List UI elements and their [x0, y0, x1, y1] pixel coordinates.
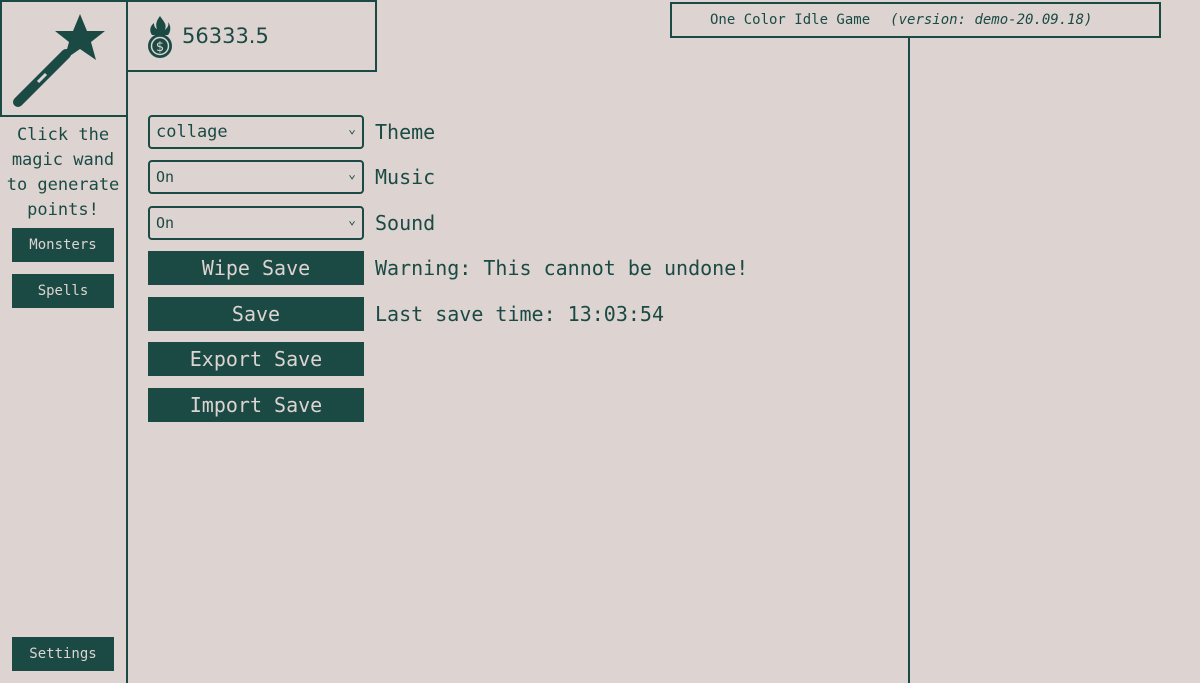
last-save-time: Last save time: 13:03:54 [375, 302, 664, 326]
theme-select-value: collage [156, 122, 228, 142]
sound-select-value: On [156, 214, 175, 232]
chevron-down-icon: ⌄ [348, 213, 356, 228]
settings-button[interactable]: Settings [12, 637, 114, 671]
coin-icon: $ [148, 16, 172, 58]
svg-text:$: $ [156, 40, 164, 55]
chevron-down-icon: ⌄ [348, 167, 356, 182]
magic-wand-icon [13, 14, 105, 107]
import-save-button[interactable]: Import Save [148, 388, 364, 422]
save-button[interactable]: Save [148, 297, 364, 331]
right-divider [908, 36, 910, 683]
export-save-button[interactable]: Export Save [148, 342, 364, 376]
theme-select[interactable]: collage ⌄ [148, 115, 364, 149]
spells-button[interactable]: Spells [12, 274, 114, 308]
theme-label: Theme [375, 120, 436, 144]
points-panel: $ 56333.5 [126, 0, 377, 72]
magic-wand-button[interactable] [0, 0, 128, 117]
sound-select[interactable]: On ⌄ [148, 206, 364, 240]
music-label: Music [375, 165, 436, 189]
wipe-save-button[interactable]: Wipe Save [148, 251, 364, 285]
wand-hint-text: Click the magic wand to generate points! [6, 125, 120, 220]
music-select[interactable]: On ⌄ [148, 160, 364, 194]
wipe-warning-text: Warning: This cannot be undone! [375, 256, 749, 280]
monsters-button[interactable]: Monsters [12, 228, 114, 262]
sound-label: Sound [375, 211, 436, 235]
game-title: One Color Idle Game [710, 12, 871, 28]
chevron-down-icon: ⌄ [348, 122, 356, 137]
game-version: (version: demo-20.09.18) [890, 12, 1093, 28]
music-select-value: On [156, 168, 175, 186]
game-title-bar: One Color Idle Game (version: demo-20.09… [670, 2, 1161, 38]
points-value: 56333.5 [182, 24, 269, 48]
